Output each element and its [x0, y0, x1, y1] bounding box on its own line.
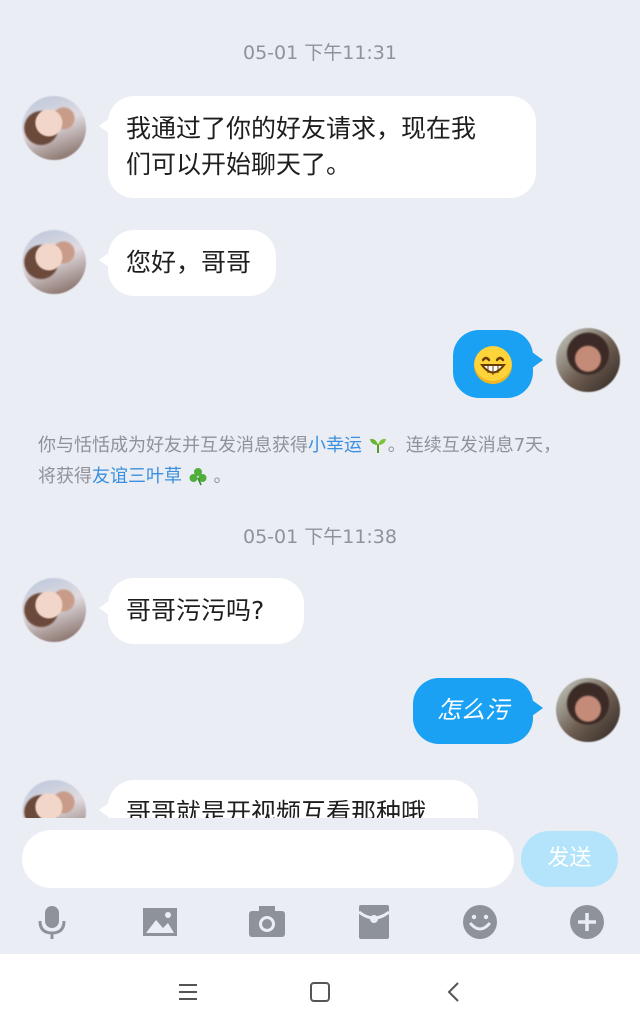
plus-icon[interactable] — [567, 902, 607, 942]
message-bubble-self[interactable] — [453, 330, 543, 398]
notice-text: 将获得 — [38, 466, 92, 487]
notice-text: 你与恬恬成为好友并互发消息获得 — [38, 435, 308, 456]
home-square-icon[interactable] — [308, 980, 332, 1004]
message-bubble[interactable]: 哥哥污污吗? — [99, 578, 304, 644]
sprout-icon — [369, 438, 386, 453]
system-notice: 你与恬恬成为好友并互发消息获得小幸运 。连续互发消息7天， 将获得友谊三叶草 。 — [38, 430, 608, 492]
lucky-link[interactable]: 小幸运 — [308, 435, 362, 456]
send-button[interactable]: 发送 — [521, 831, 618, 887]
message-text: 我通过了你的好友请求，现在我 — [126, 114, 477, 143]
message-text: 哥哥污污吗? — [126, 596, 265, 625]
timestamp: 05-01 下午11:38 — [242, 526, 397, 548]
contact-avatar[interactable] — [22, 578, 86, 642]
image-icon[interactable] — [140, 902, 180, 942]
contact-avatar[interactable] — [22, 96, 86, 160]
chat-area[interactable]: 05-01 下午11:31 我通过了你的好友请求，现在我 们可以开始聊天了。 您… — [0, 0, 640, 818]
message-bubble[interactable]: 我通过了你的好友请求，现在我 们可以开始聊天了。 — [99, 96, 536, 198]
red-packet-icon[interactable] — [354, 902, 394, 942]
notice-text: 。 — [213, 466, 232, 487]
timestamp: 05-01 下午11:31 — [242, 42, 397, 64]
message-bubble[interactable]: 哥哥就是开视频互看那种哦 — [99, 780, 478, 818]
message-input[interactable] — [22, 830, 514, 888]
back-chevron-icon[interactable] — [442, 980, 466, 1004]
user-avatar[interactable] — [556, 678, 620, 742]
contact-avatar[interactable] — [22, 230, 86, 294]
emoji-icon[interactable] — [460, 902, 500, 942]
message-bubble[interactable]: 您好，哥哥 — [99, 230, 276, 296]
clover-icon — [189, 468, 207, 486]
menu-icon[interactable] — [176, 980, 200, 1004]
message-text: 您好，哥哥 — [126, 248, 252, 277]
message-text: 怎么污 — [437, 696, 509, 724]
system-nav-bar — [0, 954, 640, 1030]
message-text: 们可以开始聊天了。 — [126, 150, 352, 179]
message-bubble-self[interactable]: 怎么污 — [413, 678, 543, 744]
microphone-icon[interactable] — [32, 902, 72, 942]
contact-avatar[interactable] — [22, 780, 86, 818]
input-toolbar — [0, 888, 640, 954]
clover-link[interactable]: 友谊三叶草 — [92, 466, 182, 487]
message-text: 哥哥就是开视频互看那种哦 — [126, 798, 427, 818]
user-avatar[interactable] — [556, 328, 620, 392]
grinning-face-emoji — [474, 346, 512, 384]
camera-icon[interactable] — [247, 902, 287, 942]
notice-text: 。连续互发消息7天， — [387, 435, 562, 456]
